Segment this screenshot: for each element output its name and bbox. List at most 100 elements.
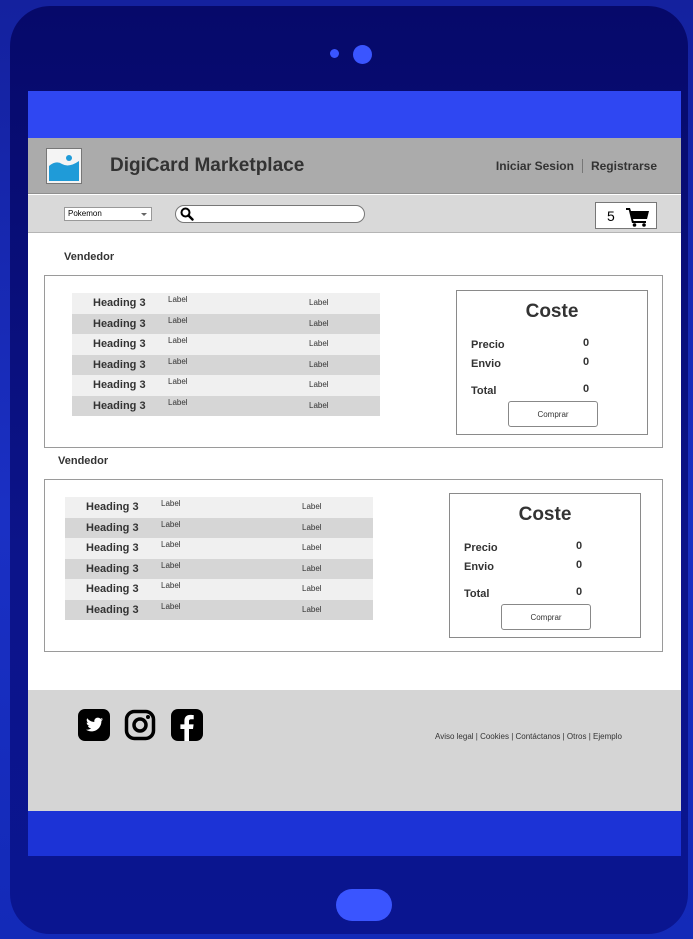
- search-input[interactable]: [175, 205, 365, 223]
- envio-label: Envio: [464, 561, 494, 573]
- row-label: Label: [302, 563, 322, 573]
- row-heading: Heading 3: [93, 297, 146, 310]
- cart-count: 5: [607, 207, 615, 224]
- register-link[interactable]: Registrarse: [591, 159, 657, 173]
- row-heading: Heading 3: [86, 583, 139, 596]
- instagram-icon[interactable]: [124, 709, 156, 741]
- table-row[interactable]: Heading 3 Label Label: [72, 354, 380, 375]
- row-label: Label: [168, 295, 188, 304]
- table-row[interactable]: Heading 3 Label Label: [72, 313, 380, 334]
- cart-button[interactable]: 5: [595, 202, 657, 229]
- table-row[interactable]: Heading 3 Label Label: [72, 293, 380, 314]
- table-row[interactable]: Heading 3 Label Label: [65, 599, 373, 620]
- row-label: Label: [168, 315, 188, 325]
- buy-button[interactable]: Comprar: [508, 401, 598, 427]
- cost-summary: Coste Precio 0 Envio 0 Total 0 Comprar: [449, 493, 641, 638]
- row-heading: Heading 3: [86, 542, 139, 555]
- row-label: Label: [161, 540, 181, 549]
- screen-bottom-band: [28, 811, 681, 856]
- row-label: Label: [309, 298, 329, 307]
- row-label: Label: [168, 397, 188, 407]
- login-link[interactable]: Iniciar Sesion: [496, 159, 574, 173]
- row-label: Label: [302, 604, 322, 614]
- table-row[interactable]: Heading 3 Label Label: [65, 558, 373, 579]
- camera-dot-icon: [330, 49, 339, 58]
- row-label: Label: [309, 318, 329, 328]
- chevron-down-icon: [141, 213, 147, 216]
- row-label: Label: [168, 377, 188, 386]
- envio-label: Envio: [471, 358, 501, 370]
- row-heading: Heading 3: [86, 603, 139, 616]
- total-value: 0: [583, 383, 590, 395]
- precio-label: Precio: [471, 339, 505, 351]
- row-label: Label: [161, 560, 181, 570]
- total-value: 0: [576, 586, 583, 598]
- category-select-value: Pokemon: [68, 209, 102, 218]
- vendor-panel: Heading 3 Label Label Heading 3 Label Label …: [44, 479, 663, 652]
- table-row[interactable]: Heading 3 Label Label: [65, 579, 373, 600]
- logo-image-icon[interactable]: [46, 148, 82, 184]
- camera-lens-icon: [353, 45, 372, 64]
- envio-value: 0: [576, 559, 583, 571]
- table-row[interactable]: Heading 3 Label Label: [72, 334, 380, 355]
- row-label: Label: [161, 581, 181, 590]
- table-row[interactable]: Heading 3 Label Label: [65, 517, 373, 538]
- row-label: Label: [302, 543, 322, 552]
- row-label: Label: [161, 519, 181, 529]
- header-bar: DigiCard Marketplace Iniciar Sesion Regi…: [28, 138, 681, 194]
- row-label: Label: [161, 601, 181, 611]
- row-heading: Heading 3: [93, 379, 146, 392]
- vendor-panel: Heading 3 Label Label Heading 3 Label Label …: [44, 275, 663, 448]
- total-label: Total: [471, 385, 497, 397]
- row-heading: Heading 3: [93, 338, 146, 351]
- row-label: Label: [309, 380, 329, 389]
- row-heading: Heading 3: [86, 521, 139, 534]
- total-label: Total: [464, 588, 490, 600]
- row-label: Label: [302, 522, 322, 532]
- precio-value: 0: [576, 540, 583, 552]
- table-row[interactable]: Heading 3 Label Label: [65, 538, 373, 559]
- listing-table: Heading 3 Label Label Heading 3 Label Label …: [65, 497, 373, 620]
- row-label: Label: [168, 336, 188, 345]
- vendor-label: Vendedor: [58, 455, 109, 467]
- image-placeholder-icon: [47, 149, 81, 183]
- search-icon[interactable]: [180, 207, 194, 221]
- facebook-icon[interactable]: [171, 709, 203, 741]
- precio-value: 0: [583, 337, 590, 349]
- row-label: Label: [161, 499, 181, 508]
- footer: Aviso legal | Cookies | Contáctanos | Ot…: [28, 690, 681, 811]
- table-row[interactable]: Heading 3 Label Label: [72, 375, 380, 396]
- row-heading: Heading 3: [86, 501, 139, 514]
- buy-button[interactable]: Comprar: [501, 604, 591, 630]
- screen-top-band: [28, 91, 681, 138]
- category-select[interactable]: Pokemon: [64, 207, 152, 221]
- listing-table: Heading 3 Label Label Heading 3 Label Label …: [72, 293, 380, 416]
- cost-title: Coste: [518, 504, 572, 525]
- precio-label: Precio: [464, 542, 498, 554]
- footer-links[interactable]: Aviso legal | Cookies | Contáctanos | Ot…: [435, 732, 622, 741]
- row-heading: Heading 3: [93, 358, 146, 371]
- home-button[interactable]: [336, 889, 392, 921]
- envio-value: 0: [583, 356, 590, 368]
- auth-divider: [581, 159, 583, 173]
- vendor-label: Vendedor: [64, 251, 115, 263]
- app-screen: DigiCard Marketplace Iniciar Sesion Regi…: [28, 138, 681, 811]
- table-row[interactable]: Heading 3 Label Label: [72, 395, 380, 416]
- row-label: Label: [302, 502, 322, 511]
- brand-title: DigiCard Marketplace: [110, 155, 305, 176]
- row-heading: Heading 3: [93, 317, 146, 330]
- twitter-icon[interactable]: [78, 709, 110, 741]
- cost-title: Coste: [525, 301, 579, 322]
- cost-summary: Coste Precio 0 Envio 0 Total 0 Comprar: [456, 290, 648, 435]
- row-label: Label: [302, 584, 322, 593]
- auth-links: Iniciar Sesion Registrarse: [496, 159, 657, 173]
- row-label: Label: [309, 359, 329, 369]
- row-label: Label: [309, 339, 329, 348]
- table-row[interactable]: Heading 3 Label Label: [65, 497, 373, 518]
- shopping-cart-icon: [626, 208, 649, 227]
- row-heading: Heading 3: [93, 399, 146, 412]
- row-label: Label: [309, 400, 329, 410]
- toolbar: Pokemon 5: [28, 195, 681, 233]
- row-label: Label: [168, 356, 188, 366]
- row-heading: Heading 3: [86, 562, 139, 575]
